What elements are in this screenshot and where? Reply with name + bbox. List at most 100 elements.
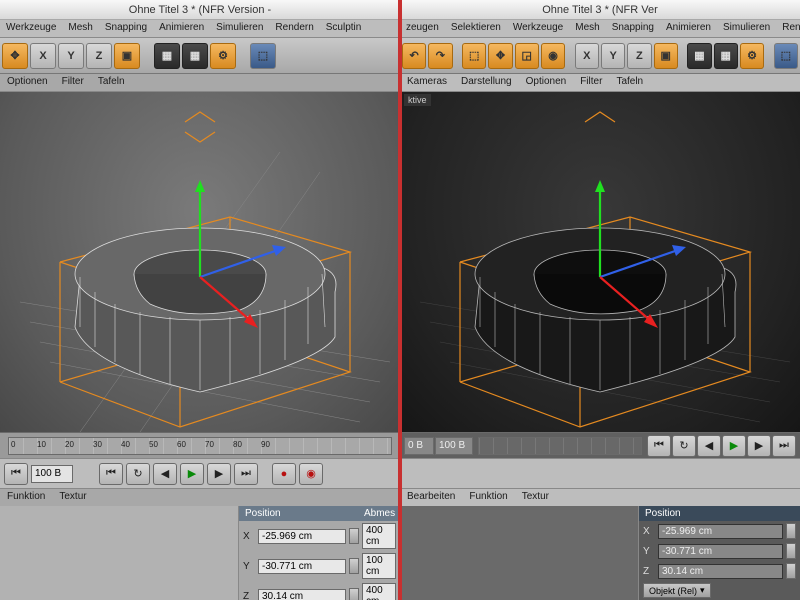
axis-x-button[interactable]: X: [30, 43, 56, 69]
menu-werkzeuge[interactable]: Werkzeuge: [0, 20, 62, 37]
add-object-icon[interactable]: ⬚: [774, 43, 798, 69]
rotate-tool-icon[interactable]: ◉: [541, 43, 565, 69]
start-frame-field[interactable]: 0 B: [404, 437, 434, 455]
axis-z-button[interactable]: Z: [86, 43, 112, 69]
step-fwd-icon[interactable]: ▶: [747, 435, 771, 457]
tab-textur[interactable]: Textur: [515, 489, 556, 506]
coord-mode-dropdown[interactable]: Objekt (Rel)▾: [643, 583, 711, 598]
hdr-position: Position: [639, 506, 800, 521]
menu-selektieren[interactable]: Selektieren: [445, 20, 507, 37]
menu-rendern[interactable]: Rendern: [776, 20, 800, 37]
menu-sculpting[interactable]: Sculptin: [320, 20, 368, 37]
timeline[interactable]: 0 10 20 30 40 50 60 70 80 90: [0, 432, 400, 458]
dim-z-field[interactable]: 400 cm: [362, 583, 396, 600]
pos-y-field[interactable]: -30.771 cm: [658, 544, 783, 559]
tab-textur[interactable]: Textur: [52, 489, 93, 506]
label-z: Z: [243, 591, 255, 600]
move-tool-icon[interactable]: ✥: [488, 43, 512, 69]
render-view-icon[interactable]: ▦: [687, 43, 711, 69]
comparison-divider: [398, 0, 402, 600]
viewport-3d[interactable]: [0, 92, 400, 432]
add-object-icon[interactable]: ⬚: [250, 43, 276, 69]
tab-bearbeiten[interactable]: Bearbeiten: [400, 489, 462, 506]
menu-zeugen[interactable]: zeugen: [400, 20, 445, 37]
render-picture-icon[interactable]: ▦: [714, 43, 738, 69]
vmenu-filter[interactable]: Filter: [573, 74, 609, 91]
pos-z-stepper[interactable]: [786, 563, 796, 579]
vmenu-optionen[interactable]: Optionen: [0, 74, 55, 91]
step-fwd-icon[interactable]: ▶: [207, 463, 231, 485]
axis-z-button[interactable]: Z: [627, 43, 651, 69]
timeline-ruler[interactable]: [478, 437, 642, 455]
vmenu-tafeln[interactable]: Tafeln: [91, 74, 132, 91]
axis-y-button[interactable]: Y: [601, 43, 625, 69]
pos-y-stepper[interactable]: [349, 558, 359, 574]
tab-funktion[interactable]: Funktion: [0, 489, 52, 506]
menu-mesh[interactable]: Mesh: [62, 20, 98, 37]
redo-icon[interactable]: ↷: [428, 43, 452, 69]
menu-animieren[interactable]: Animieren: [660, 20, 717, 37]
render-view-icon[interactable]: ▦: [154, 43, 180, 69]
dim-x-field[interactable]: 400 cm: [362, 523, 396, 549]
render-settings-icon[interactable]: ▦: [182, 43, 208, 69]
goto-start-icon[interactable]: ⏮: [4, 463, 28, 485]
end-frame-field[interactable]: 100 B: [31, 465, 73, 483]
vmenu-tafeln[interactable]: Tafeln: [609, 74, 650, 91]
rewind-icon[interactable]: ⏮: [99, 463, 123, 485]
loop-icon[interactable]: ↻: [126, 463, 150, 485]
step-back-icon[interactable]: ◀: [697, 435, 721, 457]
pos-x-stepper[interactable]: [786, 523, 796, 539]
pos-y-field[interactable]: -30.771 cm: [258, 559, 346, 574]
select-tool-icon[interactable]: ⬚: [462, 43, 486, 69]
menu-snapping[interactable]: Snapping: [99, 20, 153, 37]
pos-z-field[interactable]: 30.14 cm: [658, 564, 783, 579]
vmenu-darstellung[interactable]: Darstellung: [454, 74, 519, 91]
menu-mesh[interactable]: Mesh: [569, 20, 605, 37]
pos-x-field[interactable]: -25.969 cm: [658, 524, 783, 539]
label-x: X: [643, 526, 655, 537]
viewport-menu: Optionen Filter Tafeln: [0, 74, 400, 92]
vmenu-optionen[interactable]: Optionen: [519, 74, 574, 91]
window-title: Ohne Titel 3 * (NFR Ver: [400, 0, 800, 20]
menu-werkzeuge[interactable]: Werkzeuge: [507, 20, 569, 37]
timeline-ruler[interactable]: 0 10 20 30 40 50 60 70 80 90: [8, 437, 392, 455]
render-gear-icon[interactable]: ⚙: [740, 43, 764, 69]
play-icon[interactable]: ▶: [722, 435, 746, 457]
axis-x-button[interactable]: X: [575, 43, 599, 69]
autokey-icon[interactable]: ◉: [299, 463, 323, 485]
goto-end-icon[interactable]: ⏭: [234, 463, 258, 485]
rewind-icon[interactable]: ⏮: [647, 435, 671, 457]
axis-y-button[interactable]: Y: [58, 43, 84, 69]
pos-x-stepper[interactable]: [349, 528, 359, 544]
menu-animieren[interactable]: Animieren: [153, 20, 210, 37]
loop-icon[interactable]: ↻: [672, 435, 696, 457]
menu-simulieren[interactable]: Simulieren: [717, 20, 776, 37]
menu-snapping[interactable]: Snapping: [606, 20, 660, 37]
pos-z-field[interactable]: 30.14 cm: [258, 589, 346, 600]
play-icon[interactable]: ▶: [180, 463, 204, 485]
menu-simulieren[interactable]: Simulieren: [210, 20, 269, 37]
pos-z-stepper[interactable]: [349, 588, 359, 600]
pos-x-field[interactable]: -25.969 cm: [258, 529, 346, 544]
cube-primitive-icon[interactable]: ▣: [654, 43, 678, 69]
viewport-3d[interactable]: ktive: [400, 92, 800, 432]
menu-rendern[interactable]: Rendern: [269, 20, 319, 37]
tab-funktion[interactable]: Funktion: [462, 489, 514, 506]
vmenu-filter[interactable]: Filter: [55, 74, 91, 91]
timeline[interactable]: 0 B 100 B ⏮ ↻ ◀ ▶ ▶ ⏭: [400, 432, 800, 458]
move-tool-icon[interactable]: ✥: [2, 43, 28, 69]
dim-y-field[interactable]: 100 cm: [362, 553, 396, 579]
end-frame-field[interactable]: 100 B: [435, 437, 473, 455]
undo-icon[interactable]: ↶: [402, 43, 426, 69]
main-toolbar: ↶ ↷ ⬚ ✥ ◲ ◉ X Y Z ▣ ▦ ▦ ⚙ ⬚: [400, 38, 800, 74]
attribute-panel: Position X -25.969 cm Y -30.771 cm Z 30.…: [400, 506, 800, 600]
scale-tool-icon[interactable]: ◲: [515, 43, 539, 69]
vmenu-kameras[interactable]: Kameras: [400, 74, 454, 91]
goto-end-icon[interactable]: ⏭: [772, 435, 796, 457]
main-menu: Werkzeuge Mesh Snapping Animieren Simuli…: [0, 20, 400, 38]
record-icon[interactable]: ●: [272, 463, 296, 485]
cube-primitive-icon[interactable]: ▣: [114, 43, 140, 69]
step-back-icon[interactable]: ◀: [153, 463, 177, 485]
pos-y-stepper[interactable]: [786, 543, 796, 559]
render-gear-icon[interactable]: ⚙: [210, 43, 236, 69]
